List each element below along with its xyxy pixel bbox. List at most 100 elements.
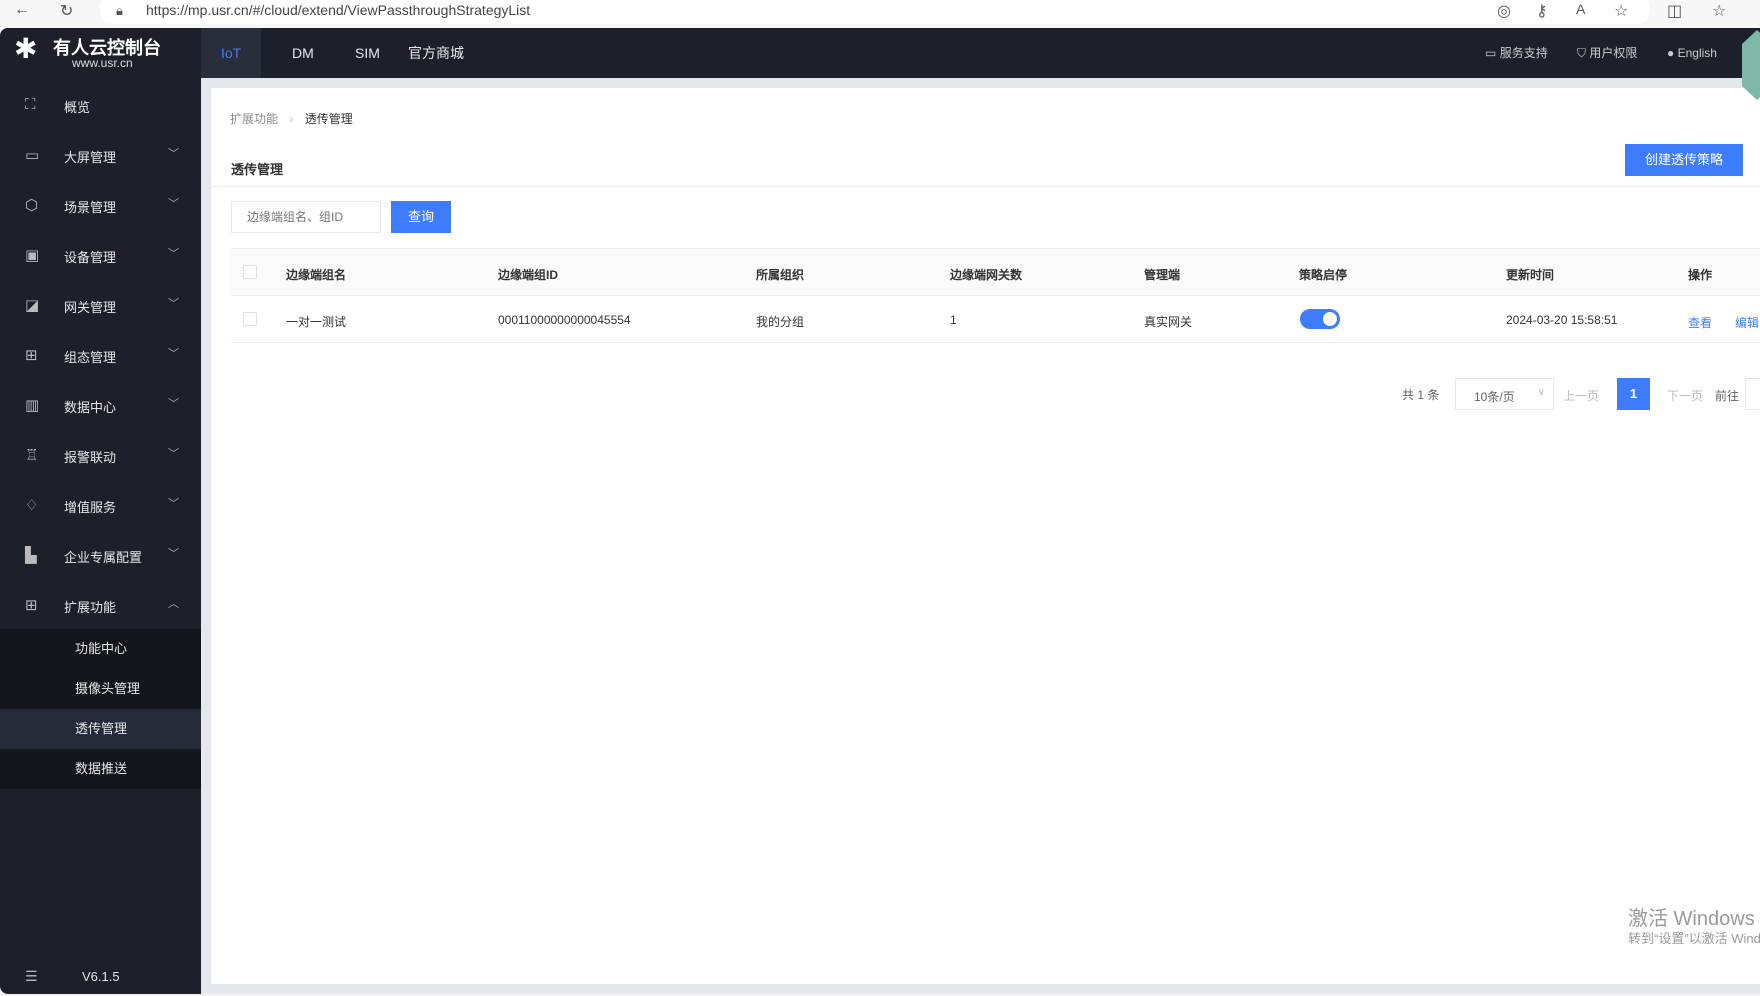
tab-store[interactable]: 官方商城 [388,28,484,78]
sidebar-item-label: 数据中心 [64,400,117,415]
version-label: V6.1.5 [82,969,120,984]
sidebar-item-label: 场景管理 [64,200,117,215]
language-label: English [1677,46,1717,60]
breadcrumb-current: 透传管理 [304,112,353,126]
diamond-icon: ♢ [25,497,39,514]
shield-icon: ⛉ [1577,46,1587,60]
tab-dm[interactable]: DM [272,28,334,78]
sidebar-item-7[interactable]: ♖ 报警联动 ﹀ [0,431,201,481]
sidebar-item-label: 报警联动 [64,450,117,465]
url-field[interactable]: https://mp.usr.cn/#/cloud/extend/ViewPas… [146,2,530,18]
chevron-down-icon: ﹀ [168,198,179,210]
col-strategy-toggle: 策略启停 [1299,268,1348,282]
total-count: 共 1 条 [1402,388,1440,402]
query-button[interactable]: 查询 [391,201,451,233]
lock-icon: 🔒︎ [116,3,123,18]
col-manager: 管理端 [1144,268,1181,282]
logo-icon: ✱ [14,33,38,64]
col-gateway-count: 边缘端网关数 [950,268,1023,282]
sidebar-subitem-1[interactable]: 摄像头管理 [0,669,201,709]
search-input[interactable] [231,201,381,233]
sidebar-item-label: 扩展功能 [64,600,117,615]
chevron-down-icon: ﹀ [168,398,179,410]
sidebar-item-1[interactable]: ▭ 大屏管理 ﹀ [0,131,201,181]
logo-subtitle: www.usr.cn [72,56,133,70]
key-icon[interactable]: ⚷ [1536,1,1548,21]
chevron-down-icon: ﹀ [168,248,179,260]
cell-name: 一对一测试 [286,315,347,329]
device-icon: ▣ [25,247,40,264]
prev-page-button[interactable]: 上一页 [1563,387,1599,404]
tab-iot[interactable]: IoT [201,28,262,78]
col-updated: 更新时间 [1506,268,1555,282]
sidebar-subitem-0[interactable]: 功能中心 [0,629,201,669]
language-link[interactable]: ● English [1667,28,1717,78]
create-strategy-button[interactable]: 创建透传策略 [1625,144,1743,176]
table-row: 一对一测试 00011000000000045554 我的分组 1 真实网关 2… [231,296,1760,343]
service-support-label: 服务支持 [1499,46,1548,60]
chart-icon: ▥ [25,397,40,414]
sidebar-item-label: 增值服务 [64,500,117,515]
globe-icon: ● [1667,46,1675,60]
sidebar-item-label: 企业专属配置 [64,550,143,565]
sidebar-item-3[interactable]: ▣ 设备管理 ﹀ [0,231,201,281]
chevron-up-icon: ︿ [168,598,179,610]
cell-org: 我的分组 [756,315,805,329]
read-aloud-icon[interactable]: A [1576,1,1585,17]
alarm-icon: ♖ [25,447,39,464]
next-page-button[interactable]: 下一页 [1667,387,1703,404]
breadcrumb-item[interactable]: 扩展功能 [230,112,278,126]
collapse-menu-icon[interactable]: ☰ [25,968,38,985]
chat-icon: ▭ [1485,46,1497,60]
page-size-value: 10条/页 [1474,390,1515,404]
split-icon[interactable]: ◫ [1667,1,1682,21]
strategy-toggle[interactable] [1300,309,1340,329]
config-icon: ⊞ [25,347,38,364]
cell-count: 1 [950,313,957,327]
chevron-down-icon: ﹀ [168,498,179,510]
view-link[interactable]: 查看 [1688,314,1712,331]
reload-icon[interactable]: ↻ [60,1,73,21]
page-size-select[interactable]: 10条/页 ∨ [1455,378,1554,410]
chevron-down-icon: ∨ [1537,387,1545,398]
browser-address-bar: ← ↻ 🔒︎ https://mp.usr.cn/#/cloud/extend/… [0,0,1760,28]
windows-watermark-title: 激活 Windows [1628,908,1755,930]
gateway-icon: ◪ [25,297,40,314]
page-title: 透传管理 [231,162,284,177]
sidebar-subitem-2[interactable]: 透传管理 [0,709,201,749]
user-permission-link[interactable]: ⛉ 用户权限 [1577,28,1637,78]
sidebar-item-9[interactable]: ▙ 企业专属配置 ﹀ [0,531,201,581]
goto-page-input[interactable] [1745,378,1760,410]
sidebar-item-label: 设备管理 [64,250,117,265]
favorites-icon[interactable]: ☆ [1712,1,1726,21]
location-icon[interactable]: ◎ [1497,1,1511,21]
back-icon[interactable]: ← [14,1,30,19]
content-card: 扩展功能 › 透传管理 透传管理 创建透传策略 查询 边缘端组名 边缘端组ID … [211,88,1760,984]
service-support-link[interactable]: ▭ 服务支持 [1485,28,1548,78]
table-header: 边缘端组名 边缘端组ID 所属组织 边缘端网关数 管理端 策略启停 更新时间 操… [231,248,1760,296]
edit-link[interactable]: 编辑 [1735,314,1759,331]
chevron-down-icon: ﹀ [168,448,179,460]
sidebar-item-label: 组态管理 [64,350,117,365]
sidebar-item-2[interactable]: ⬡ 场景管理 ﹀ [0,181,201,231]
col-org: 所属组织 [756,268,805,282]
chevron-down-icon: ﹀ [168,348,179,360]
sidebar-item-4[interactable]: ◪ 网关管理 ﹀ [0,281,201,331]
select-all-checkbox[interactable] [243,265,257,279]
sidebar-item-6[interactable]: ▥ 数据中心 ﹀ [0,381,201,431]
sidebar-item-5[interactable]: ⊞ 组态管理 ﹀ [0,331,201,381]
star-icon[interactable]: ☆ [1614,1,1628,21]
user-permission-label: 用户权限 [1589,46,1638,60]
sidebar-subitem-3[interactable]: 数据推送 [0,749,201,789]
sidebar-item-0[interactable]: ⛶ 概览 [0,81,201,131]
sidebar-item-10[interactable]: ⊞ 扩展功能 ︿ [0,581,201,631]
chevron-down-icon: ﹀ [168,548,179,560]
sidebar-item-label: 概览 [64,100,91,115]
row-checkbox[interactable] [243,312,257,326]
sidebar-item-label: 大屏管理 [64,150,117,165]
chevron-right-icon: › [289,112,294,126]
page-1-button[interactable]: 1 [1617,378,1650,410]
sidebar-item-8[interactable]: ♢ 增值服务 ﹀ [0,481,201,531]
enterprise-icon: ▙ [25,547,37,564]
col-id: 边缘端组ID [498,268,559,282]
